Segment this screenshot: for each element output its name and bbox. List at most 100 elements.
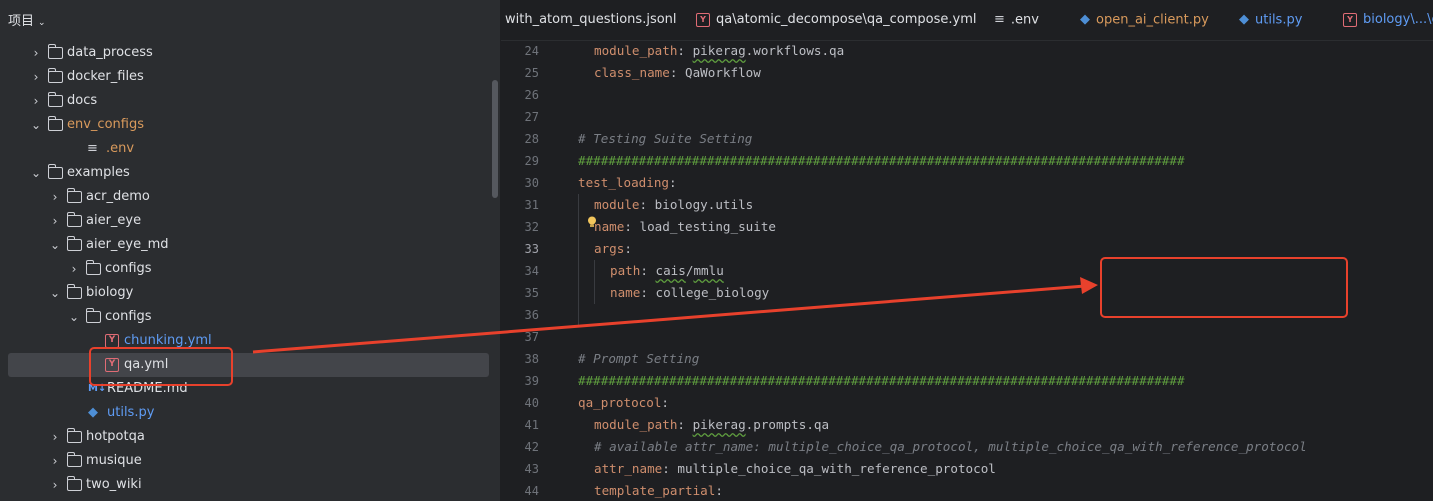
code-editor[interactable]: with_atom_questions.jsonl Yqa\atomic_deco… bbox=[501, 0, 1433, 501]
tree-item-musique[interactable]: › musique bbox=[0, 449, 500, 473]
tree-item-label: aier_eye_md bbox=[86, 237, 169, 252]
sidebar-header: 项目 ⌄ bbox=[0, 0, 500, 40]
code-line: class_name: QaWorkflow bbox=[594, 62, 761, 84]
chevron-right-icon[interactable]: › bbox=[30, 41, 42, 65]
editor-tab[interactable]: with_atom_questions.jsonl bbox=[505, 0, 677, 40]
tree-item-configs[interactable]: ⌄ configs bbox=[0, 305, 500, 329]
code-token: : QaWorkflow bbox=[669, 65, 761, 80]
editor-tab-label: biology\...\c bbox=[1363, 12, 1433, 27]
annotation-box-qa-yml bbox=[89, 347, 233, 386]
chevron-down-icon[interactable]: ⌄ bbox=[49, 281, 61, 305]
folder-icon bbox=[66, 476, 82, 491]
line-number: 33 bbox=[524, 242, 539, 256]
tree-item-two-wiki[interactable]: › two_wiki bbox=[0, 473, 500, 497]
tree-item-docker-files[interactable]: › docker_files bbox=[0, 65, 500, 89]
line-number: 32 bbox=[524, 220, 539, 234]
folder-icon bbox=[66, 212, 82, 227]
code-token: module bbox=[594, 197, 640, 212]
code-token: test_loading bbox=[578, 175, 669, 190]
folder-icon bbox=[47, 44, 63, 59]
python-file-icon: ◆ bbox=[1080, 12, 1090, 27]
chevron-right-icon[interactable]: › bbox=[49, 473, 61, 497]
tree-item-label: examples bbox=[67, 165, 130, 180]
chevron-right-icon[interactable]: › bbox=[68, 257, 80, 281]
chevron-down-icon[interactable]: ⌄ bbox=[49, 233, 61, 257]
chevron-down-icon[interactable]: ⌄ bbox=[30, 161, 42, 185]
code-token: template_partial bbox=[594, 483, 716, 498]
chevron-right-icon[interactable]: › bbox=[30, 65, 42, 89]
line-number: 43 bbox=[524, 462, 539, 476]
editor-tab[interactable]: ◆ open_ai_client.py bbox=[1080, 0, 1209, 40]
editor-tab-label: with_atom_questions.jsonl bbox=[505, 12, 677, 27]
editor-tab-label: open_ai_client.py bbox=[1096, 12, 1209, 28]
tree-item-docs[interactable]: › docs bbox=[0, 89, 500, 113]
tree-item-aier-eye[interactable]: › aier_eye bbox=[0, 209, 500, 233]
chevron-right-icon[interactable]: › bbox=[30, 89, 42, 113]
tree-item-qa-yml[interactable]: Yqa.yml bbox=[8, 353, 489, 377]
editor-tab[interactable]: Yqa\atomic_decompose\qa_compose.yml bbox=[696, 0, 976, 40]
tree-item-aier-eye-md[interactable]: ⌄ aier_eye_md bbox=[0, 233, 500, 257]
line-number: 37 bbox=[524, 330, 539, 344]
folder-icon bbox=[66, 428, 82, 443]
yaml-file-icon: Y bbox=[105, 334, 119, 348]
editor-tab-label: qa\atomic_decompose\qa_compose.yml bbox=[716, 12, 977, 27]
code-token: module_path bbox=[594, 417, 678, 432]
code-token: : bbox=[677, 43, 693, 58]
line-number: 44 bbox=[524, 484, 539, 498]
tree-item-label: hotpotqa bbox=[86, 429, 145, 444]
code-line: attr_name: multiple_choice_qa_with_refer… bbox=[594, 458, 996, 480]
editor-tab[interactable]: ≡ .env bbox=[994, 0, 1039, 40]
chevron-right-icon[interactable]: › bbox=[49, 425, 61, 449]
tree-item-examples[interactable]: ⌄ examples bbox=[0, 161, 500, 185]
chevron-down-icon[interactable]: ⌄ bbox=[30, 113, 42, 137]
code-token: ########################################… bbox=[578, 373, 1185, 388]
line-number: 40 bbox=[524, 396, 539, 410]
folder-icon bbox=[85, 308, 101, 323]
code-line: test_loading: bbox=[578, 172, 677, 194]
tree-item-configs[interactable]: › configs bbox=[0, 257, 500, 281]
code-line: module_path: pikerag.workflows.qa bbox=[594, 40, 844, 62]
chevron-right-icon[interactable]: › bbox=[49, 209, 61, 233]
folder-icon bbox=[66, 236, 82, 251]
code-line: ########################################… bbox=[578, 370, 1185, 392]
tree-item-label: musique bbox=[86, 453, 142, 468]
code-token: name bbox=[610, 285, 641, 300]
tree-item-label: aier_eye bbox=[86, 213, 142, 228]
project-dropdown[interactable]: 项目 ⌄ bbox=[8, 10, 46, 29]
code-line: ########################################… bbox=[578, 150, 1185, 172]
tree-item-label: configs bbox=[105, 309, 152, 324]
yaml-file-icon: Y bbox=[696, 12, 710, 27]
line-number: 41 bbox=[524, 418, 539, 432]
editor-tab[interactable]: ◆ utils.py bbox=[1239, 0, 1302, 40]
code-token: path bbox=[610, 263, 641, 278]
tree-item-hotpotqa[interactable]: › hotpotqa bbox=[0, 425, 500, 449]
tree-item-readme-md[interactable]: M↓ README.md bbox=[0, 377, 500, 401]
indent-guide bbox=[578, 194, 579, 326]
tree-item-biology[interactable]: ⌄ biology bbox=[0, 281, 500, 305]
line-number: 35 bbox=[524, 286, 539, 300]
tree-item-label: biology bbox=[86, 285, 134, 300]
code-token: : college_biology bbox=[640, 285, 770, 300]
chevron-right-icon[interactable]: › bbox=[49, 185, 61, 209]
tree-item-label: two_wiki bbox=[86, 477, 142, 492]
tree-item-data-process[interactable]: › data_process bbox=[0, 41, 500, 65]
code-line: # available attr_name: multiple_choice_q… bbox=[594, 436, 1307, 458]
folder-icon bbox=[47, 68, 63, 83]
editor-tab-bar: with_atom_questions.jsonl Yqa\atomic_deco… bbox=[501, 0, 1433, 41]
tree-item-utils-py[interactable]: ◆ utils.py bbox=[0, 401, 500, 425]
tree-item-acr-demo[interactable]: › acr_demo bbox=[0, 185, 500, 209]
line-number: 31 bbox=[524, 198, 539, 212]
tree-item-label: utils.py bbox=[107, 405, 155, 420]
chevron-down-icon[interactable]: ⌄ bbox=[68, 305, 80, 329]
code-line: name: load_testing_suite bbox=[594, 216, 776, 238]
code-token: # Prompt Setting bbox=[578, 351, 700, 366]
editor-tab[interactable]: Ybiology\...\c bbox=[1343, 0, 1433, 40]
code-token: .prompts.qa bbox=[745, 417, 830, 432]
folder-icon bbox=[47, 164, 63, 179]
tree-item-env[interactable]: ≡ .env bbox=[0, 137, 500, 161]
lightbulb-icon[interactable] bbox=[587, 216, 597, 228]
tree-item-chunking-yml[interactable]: Ychunking.yml bbox=[0, 329, 500, 353]
tree-item-env-configs[interactable]: ⌄ env_configs bbox=[0, 113, 500, 137]
sidebar-scrollbar[interactable] bbox=[492, 80, 498, 198]
chevron-right-icon[interactable]: › bbox=[49, 449, 61, 473]
